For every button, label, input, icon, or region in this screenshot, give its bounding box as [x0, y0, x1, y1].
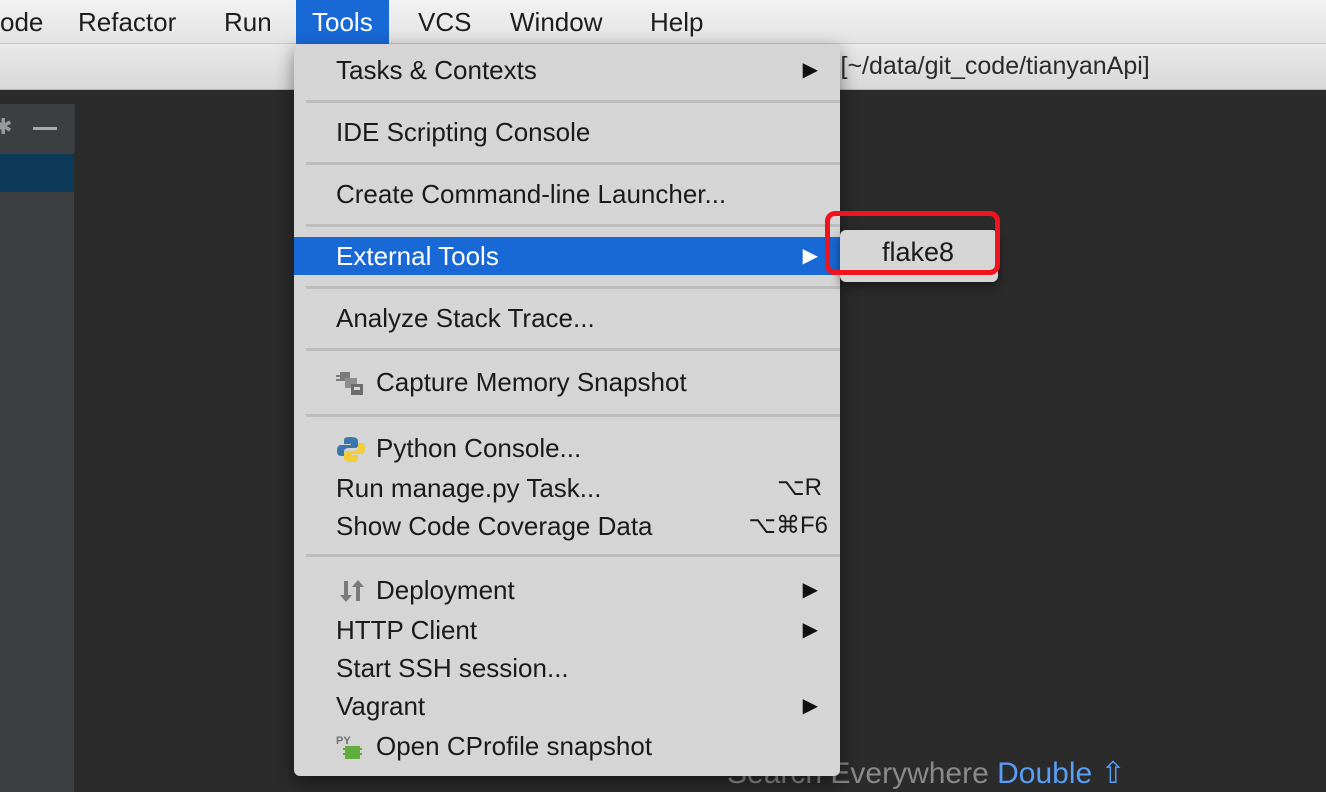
menu-help[interactable]: Help	[634, 0, 719, 44]
project-tree-selected-row[interactable]	[0, 154, 74, 192]
menu-refactor[interactable]: Refactor	[62, 0, 192, 44]
submenu-arrow-icon: ▶	[802, 245, 818, 267]
submenu-arrow-icon: ▶	[802, 619, 818, 641]
menu-item-label: Deployment	[376, 575, 515, 605]
menu-item-label: IDE Scripting Console	[336, 117, 591, 147]
panel-gap	[0, 90, 75, 104]
menu-item-run-manage-task[interactable]: Run manage.py Task... ⌥R	[294, 469, 840, 507]
menu-bar: ode Refactor Run Tools VCS Window Help	[0, 0, 1326, 44]
project-panel: ✱	[0, 104, 75, 792]
menu-item-label: Create Command-line Launcher...	[336, 179, 727, 209]
submenu-arrow-icon: ▶	[802, 695, 818, 717]
hint-key: Double ⇧	[997, 757, 1126, 790]
menu-item-label: Analyze Stack Trace...	[336, 303, 595, 333]
menu-run[interactable]: Run	[208, 0, 288, 44]
menu-item-label: Open CProfile snapshot	[376, 731, 653, 761]
submenu-arrow-icon: ▶	[802, 579, 818, 601]
memory-snapshot-icon	[336, 372, 363, 395]
separator	[306, 554, 840, 557]
python-icon	[337, 437, 365, 462]
menu-item-http-client[interactable]: HTTP Client ▶	[294, 611, 840, 649]
menu-item-label: Python Console...	[376, 433, 582, 463]
menu-item-open-cprofile[interactable]: PY Open CProfile snapshot	[294, 727, 840, 765]
menu-vcs[interactable]: VCS	[402, 0, 487, 44]
menu-item-label: HTTP Client	[336, 615, 478, 645]
menu-item-label: Start SSH session...	[336, 653, 569, 683]
annotation-highlight-box	[825, 211, 1000, 275]
menu-item-tasks-contexts[interactable]: Tasks & Contexts ▶	[294, 51, 840, 89]
menu-window[interactable]: Window	[494, 0, 618, 44]
menu-item-create-launcher[interactable]: Create Command-line Launcher...	[294, 175, 840, 213]
gear-icon[interactable]: ✱	[0, 114, 12, 140]
menu-item-external-tools[interactable]: External Tools ▶	[294, 237, 840, 275]
cprofile-icon: PY	[336, 735, 362, 759]
submenu-arrow-icon: ▶	[802, 59, 818, 81]
separator	[306, 162, 840, 165]
menu-item-show-code-coverage[interactable]: Show Code Coverage Data ⌥⌘F6	[294, 507, 840, 545]
menu-tools[interactable]: Tools	[296, 0, 389, 44]
menu-item-start-ssh-session[interactable]: Start SSH session...	[294, 649, 840, 687]
minimize-icon[interactable]	[33, 127, 57, 130]
tools-menu: Tasks & Contexts ▶ IDE Scripting Console…	[294, 44, 840, 776]
menu-item-shortcut: ⌥⌘F6	[748, 512, 828, 539]
menu-item-analyze-stack-trace[interactable]: Analyze Stack Trace...	[294, 299, 840, 337]
menu-item-vagrant[interactable]: Vagrant ▶	[294, 687, 840, 725]
menu-item-shortcut: ⌥R	[777, 474, 822, 501]
menu-item-ide-scripting-console[interactable]: IDE Scripting Console	[294, 113, 840, 151]
svg-text:PY: PY	[336, 735, 351, 747]
separator	[306, 100, 840, 103]
separator	[306, 348, 840, 351]
menu-item-label: Run manage.py Task...	[336, 473, 602, 503]
separator	[306, 286, 840, 289]
separator	[306, 414, 840, 417]
menu-item-python-console[interactable]: Python Console...	[294, 429, 840, 467]
menu-code[interactable]: ode	[0, 0, 59, 44]
menu-item-capture-memory-snapshot[interactable]: Capture Memory Snapshot	[294, 363, 840, 401]
menu-item-label: Capture Memory Snapshot	[376, 367, 687, 397]
window-title: i [~/data/git_code/tianyanApi]	[828, 52, 1150, 80]
menu-item-label: Vagrant	[336, 691, 426, 721]
separator	[306, 224, 840, 227]
menu-item-deployment[interactable]: Deployment ▶	[294, 571, 840, 609]
menu-item-label: Tasks & Contexts	[336, 55, 537, 85]
menu-item-label: External Tools	[336, 241, 499, 271]
deployment-icon	[340, 580, 364, 602]
menu-item-label: Show Code Coverage Data	[336, 511, 653, 541]
